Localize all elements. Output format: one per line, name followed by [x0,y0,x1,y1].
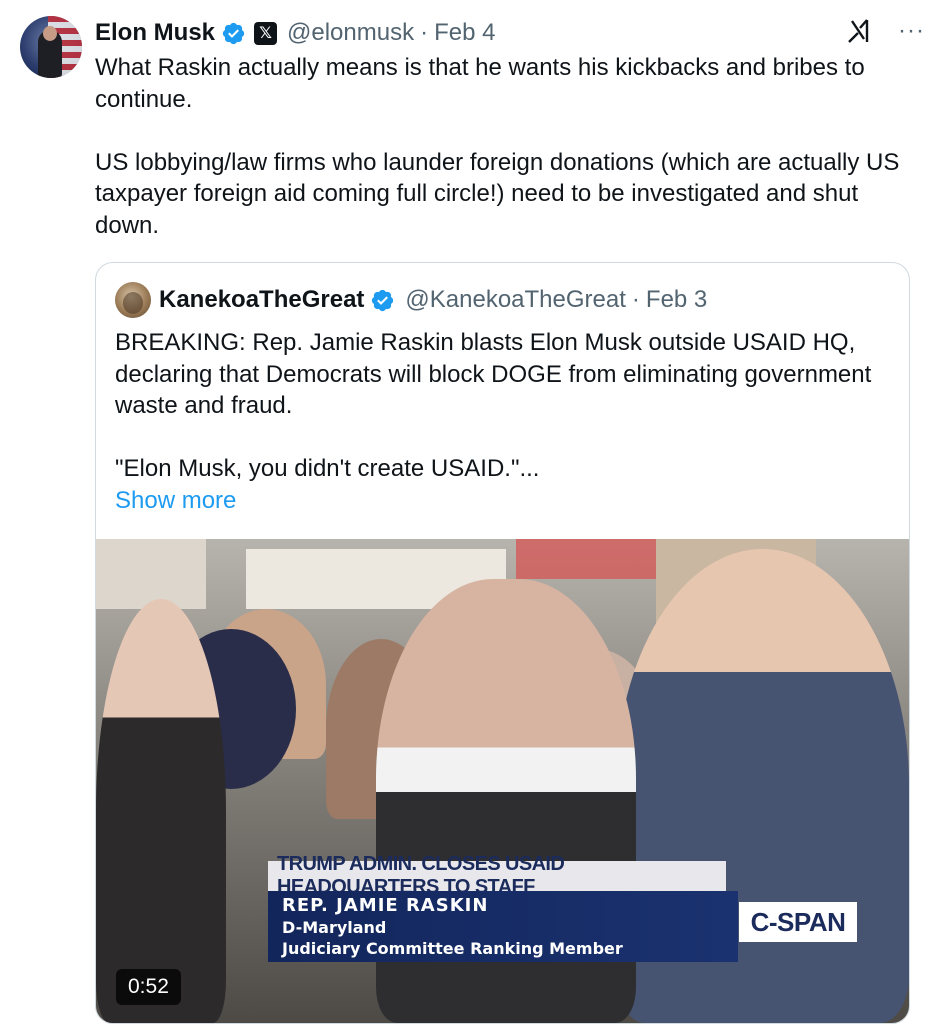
quoted-tweet-date[interactable]: Feb 3 [646,286,707,314]
tweet-date[interactable]: Feb 4 [434,19,495,47]
chyron-name: REP. JAMIE RASKIN [282,895,489,916]
verified-badge-icon[interactable] [370,288,395,313]
quoted-author-avatar[interactable] [115,282,151,318]
quoted-tweet-header: KanekoaTheGreat @KanekoaTheGreat · Feb 3 [115,281,707,319]
quoted-tweet-text: BREAKING: Rep. Jamie Raskin blasts Elon … [115,327,895,516]
author-avatar[interactable] [20,16,82,78]
x-affiliate-icon[interactable]: 𝕏 [254,21,278,45]
chyron-role: Judiciary Committee Ranking Member [282,939,623,958]
chyron-headline: TRUMP ADMIN. CLOSES USAID HEADQUARTERS T… [268,853,726,898]
video-player[interactable]: TRUMP ADMIN. CLOSES USAID HEADQUARTERS T… [96,539,909,1023]
protest-sign [96,539,206,609]
tweet-text: What Raskin actually means is that he wa… [95,52,925,241]
tweet-header: Elon Musk 𝕏 @elonmusk · Feb 4 ··· [95,16,925,50]
chyron-party: D-Maryland [282,918,387,937]
quoted-paragraph: BREAKING: Rep. Jamie Raskin blasts Elon … [115,329,872,419]
quoted-author-handle[interactable]: @KanekoaTheGreat [405,286,626,314]
protest-sign [516,539,666,579]
tweet-paragraph: US lobbying/law firms who launder foreig… [95,148,900,239]
verified-badge-icon[interactable] [221,21,246,46]
grok-icon[interactable] [845,16,875,46]
tweet-paragraph: What Raskin actually means is that he wa… [95,54,865,113]
show-more-link[interactable]: Show more [115,485,895,517]
network-logo: C-SPAN [739,902,857,942]
quoted-author-name[interactable]: KanekoaTheGreat [159,286,364,314]
quoted-tweet[interactable]: KanekoaTheGreat @KanekoaTheGreat · Feb 3… [95,262,910,1024]
author-handle[interactable]: @elonmusk [287,19,414,47]
quoted-paragraph: "Elon Musk, you didn't create USAID."... [115,455,540,482]
more-icon[interactable]: ··· [898,16,925,46]
author-name[interactable]: Elon Musk [95,19,215,47]
separator: · [420,19,429,46]
separator: · [631,286,640,313]
background-person-left [96,599,226,1023]
chyron-nameplate: REP. JAMIE RASKIN D-Maryland Judiciary C… [268,891,738,962]
